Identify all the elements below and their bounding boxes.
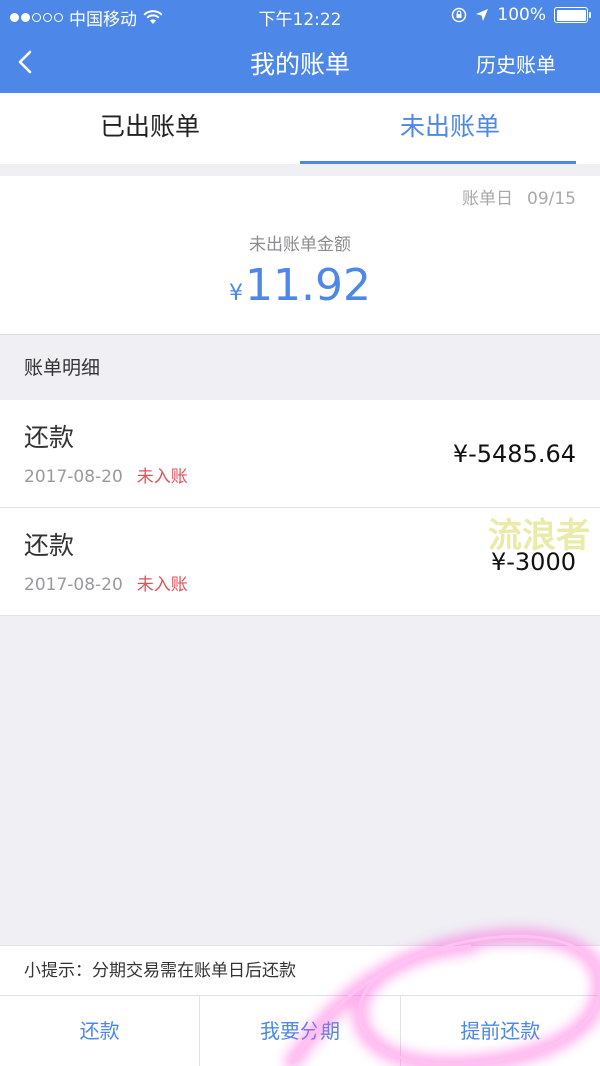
status-right: 100%: [451, 5, 591, 25]
transaction-date: 2017-08-20: [24, 575, 123, 595]
bottom-action-bar: 还款 我要分期 提前还款: [0, 995, 600, 1066]
bill-summary: 账单日 09/15 未出账单金额 ¥11.92: [0, 176, 600, 335]
bill-date-value: 09/15: [527, 189, 576, 209]
section-title: 账单明细: [24, 357, 101, 379]
bill-date-label: 账单日: [462, 189, 513, 209]
tab-issued-bills[interactable]: 已出账单: [0, 93, 300, 164]
transaction-type: 还款: [24, 423, 75, 452]
tab-unissued-bills[interactable]: 未出账单: [300, 93, 600, 164]
nav-bar: 我的账单 历史账单: [0, 30, 600, 93]
bill-date: 账单日 09/15: [462, 184, 576, 209]
watermark: 流浪者: [488, 516, 590, 556]
lock-rotation-icon: [452, 7, 467, 23]
tip-bar: 小提示：分期交易需在账单日后还款: [0, 945, 600, 995]
repay-button[interactable]: 还款: [0, 996, 199, 1066]
bill-tabs: 已出账单 未出账单: [0, 93, 600, 164]
status-bar: 中国移动 下午12:22 100%: [0, 0, 600, 30]
location-arrow-icon: [476, 9, 489, 21]
amount-label: 未出账单金额: [249, 235, 351, 255]
battery-icon: [554, 7, 591, 23]
transaction-date: 2017-08-20: [24, 467, 123, 487]
installment-button[interactable]: 我要分期: [199, 996, 399, 1066]
battery-percent: 100%: [497, 5, 546, 25]
transaction-type: 还款: [24, 531, 75, 560]
history-bills-button[interactable]: 历史账单: [476, 49, 556, 78]
active-tab-indicator: [300, 161, 576, 164]
app-header: 中国移动 下午12:22 100% 我的账单 历史账单: [0, 0, 600, 93]
unissued-amount: ¥11.92: [0, 260, 600, 311]
tab-label: 未出账单: [399, 112, 500, 141]
transaction-amount: ¥-5485.64: [452, 440, 576, 468]
transaction-status: 未入账: [136, 467, 188, 487]
transaction-row[interactable]: 还款 2017-08-20 未入账 ¥-5485.64: [0, 400, 600, 508]
transaction-date-line: 2017-08-20 未入账: [24, 570, 188, 595]
amount-value: 11.92: [245, 260, 371, 311]
currency-symbol: ¥: [229, 281, 244, 306]
transaction-date-line: 2017-08-20 未入账: [24, 462, 188, 487]
transaction-status: 未入账: [136, 575, 188, 595]
early-repay-button[interactable]: 提前还款: [399, 996, 600, 1066]
tab-label: 已出账单: [99, 112, 200, 141]
